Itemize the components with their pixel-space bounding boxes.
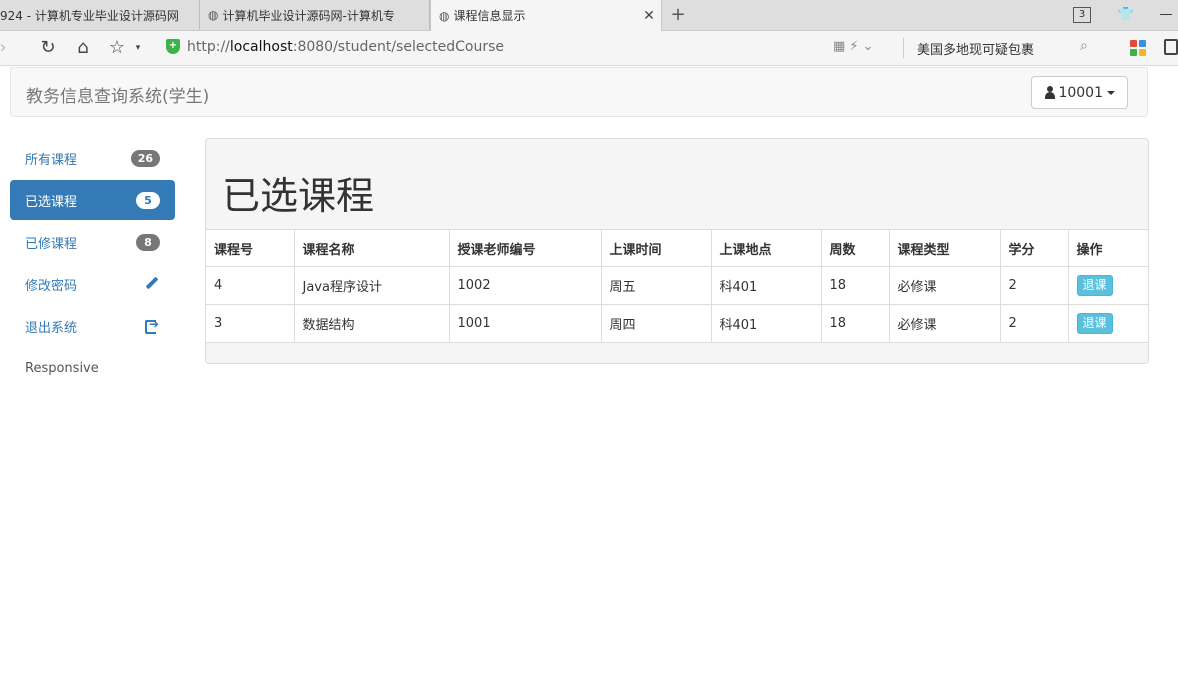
column-header: 授课老师编号 — [448, 229, 602, 267]
course-type-cell: 必修课 — [888, 266, 1001, 305]
class-time-cell: 周四 — [600, 304, 712, 343]
credit-cell: 2 — [999, 266, 1069, 305]
teacher-id-cell: 1001 — [448, 304, 602, 343]
class-time-cell: 周五 — [600, 266, 712, 305]
column-header: 课程号 — [206, 229, 295, 267]
apps-icon[interactable] — [1130, 40, 1146, 56]
sidebar-item-label: 修改密码 — [25, 278, 78, 294]
class-place-cell: 科401 — [710, 266, 822, 305]
sidebar-item-responsive[interactable]: Responsive — [10, 348, 175, 388]
sidebar-item-label: 已修课程 — [25, 236, 78, 252]
browser-tab-bar: 924 - 计算机专业毕业设计源码网 ◍ 计算机毕业设计源码网-计算机专 ◍ 课… — [0, 0, 1178, 31]
column-header: 课程类型 — [888, 229, 1001, 267]
sidebar-item-selected-courses[interactable]: 已选课程 5 — [10, 180, 175, 220]
action-cell: 退课 — [1067, 304, 1148, 343]
hot-search-suggestion[interactable]: 美国多地现可疑包裹 — [917, 39, 1034, 58]
weeks-cell: 18 — [820, 266, 890, 305]
drop-course-button[interactable]: 退课 — [1076, 275, 1113, 296]
pencil-icon — [144, 276, 160, 292]
top-navbar: 教务信息查询系统(学生) 10001 — [10, 67, 1148, 117]
sidebar-item-label: 退出系统 — [25, 320, 78, 336]
browser-tab-1[interactable]: 924 - 计算机专业毕业设计源码网 — [0, 0, 200, 30]
sidebar-item-label: Responsive — [25, 360, 99, 376]
course-id-cell: 4 — [206, 266, 295, 305]
sidebar-item-all-courses[interactable]: 所有课程 26 — [10, 138, 175, 178]
forward-icon[interactable]: › — [0, 37, 10, 59]
user-id: 10001 — [1058, 84, 1103, 101]
url-path: :8080/student/selectedCourse — [292, 39, 505, 55]
user-dropdown-button[interactable]: 10001 — [1031, 76, 1128, 109]
minimize-icon[interactable]: — — [1156, 5, 1176, 25]
skin-icon[interactable]: 👕 — [1116, 5, 1136, 25]
courses-table: 课程号 课程名称 授课老师编号 上课时间 上课地点 周数 课程类型 学分 操作 … — [206, 229, 1148, 343]
class-place-cell: 科401 — [710, 304, 822, 343]
browser-tab-2[interactable]: ◍ 计算机毕业设计源码网-计算机专 — [200, 0, 430, 30]
tab-count-icon[interactable]: 3 — [1073, 7, 1091, 23]
course-name-cell: 数据结构 — [293, 304, 450, 343]
new-tab-button[interactable]: + — [668, 4, 688, 26]
user-icon — [1044, 86, 1056, 99]
chevron-down-icon[interactable]: ▾ — [133, 37, 143, 59]
sidebar-item-label: 所有课程 — [25, 152, 78, 168]
browser-tab-3[interactable]: ◍ 课程信息显示 ✕ — [430, 0, 662, 31]
logout-icon — [144, 317, 160, 334]
column-header: 操作 — [1067, 229, 1148, 267]
weeks-cell: 18 — [820, 304, 890, 343]
mask-icon: ◍ — [208, 8, 219, 22]
reload-icon[interactable]: ↻ — [37, 37, 59, 59]
url-host: localhost — [229, 39, 293, 55]
mask-icon: ◍ — [439, 8, 450, 23]
column-header: 学分 — [999, 229, 1069, 267]
sidebar-item-completed-courses[interactable]: 已修课程 8 — [10, 222, 175, 262]
search-icon[interactable]: ⌕ — [1080, 38, 1088, 54]
credit-cell: 2 — [999, 304, 1069, 343]
column-header: 上课地点 — [710, 229, 822, 267]
count-badge: 26 — [130, 149, 160, 167]
column-header: 课程名称 — [293, 229, 450, 267]
sidebar-nav: 所有课程 26 已选课程 5 已修课程 8 修改密码 退出系统 Responsi… — [10, 138, 175, 390]
page-title: 已选课程 — [222, 174, 375, 218]
browser-tab-title: 计算机毕业设计源码网-计算机专 — [222, 8, 395, 23]
divider — [903, 38, 904, 58]
sidebar-item-change-password[interactable]: 修改密码 — [10, 264, 175, 304]
address-bar: › ↻ ⌂ ☆ ▾ + http://localhost:8080/studen… — [0, 31, 1178, 66]
table-header-row: 课程号 课程名称 授课老师编号 上课时间 上课地点 周数 课程类型 学分 操作 — [206, 229, 1148, 267]
action-cell: 退课 — [1067, 266, 1148, 305]
brand-title[interactable]: 教务信息查询系统(学生) — [26, 82, 209, 107]
table-row: 4 Java程序设计 1002 周五 科401 18 必修课 2 退课 — [206, 266, 1148, 305]
caret-down-icon — [1107, 90, 1115, 95]
star-icon[interactable]: ☆ — [106, 37, 128, 59]
column-header: 上课时间 — [600, 229, 712, 267]
sidebar-panel-icon[interactable] — [1164, 39, 1178, 55]
close-tab-icon[interactable]: ✕ — [637, 8, 661, 24]
course-type-cell: 必修课 — [888, 304, 1001, 343]
browser-tab-title: 924 - 计算机专业毕业设计源码网 — [0, 8, 179, 23]
table-row: 3 数据结构 1001 周四 科401 18 必修课 2 退课 — [206, 304, 1148, 343]
teacher-id-cell: 1002 — [448, 266, 602, 305]
url-field[interactable]: http://localhost:8080/student/selectedCo… — [187, 39, 504, 55]
sidebar-item-logout[interactable]: 退出系统 — [10, 306, 175, 346]
browser-tab-title: 课程信息显示 — [453, 9, 526, 23]
secure-shield-icon: + — [166, 39, 180, 54]
url-scheme: http:// — [187, 39, 230, 55]
qr-lightning-icons[interactable]: ▦ ⚡ ⌄ — [833, 39, 874, 54]
column-header: 周数 — [820, 229, 890, 267]
course-name-cell: Java程序设计 — [293, 266, 450, 305]
selected-courses-panel: 已选课程 课程号 课程名称 授课老师编号 上课时间 上课地点 周数 课程类型 学… — [205, 138, 1149, 364]
panel-heading: 已选课程 — [206, 139, 1148, 229]
home-icon[interactable]: ⌂ — [72, 37, 94, 59]
sidebar-item-label: 已选课程 — [25, 194, 78, 210]
course-id-cell: 3 — [206, 304, 295, 343]
drop-course-button[interactable]: 退课 — [1076, 313, 1113, 334]
count-badge: 8 — [136, 233, 160, 251]
count-badge: 5 — [136, 191, 160, 209]
